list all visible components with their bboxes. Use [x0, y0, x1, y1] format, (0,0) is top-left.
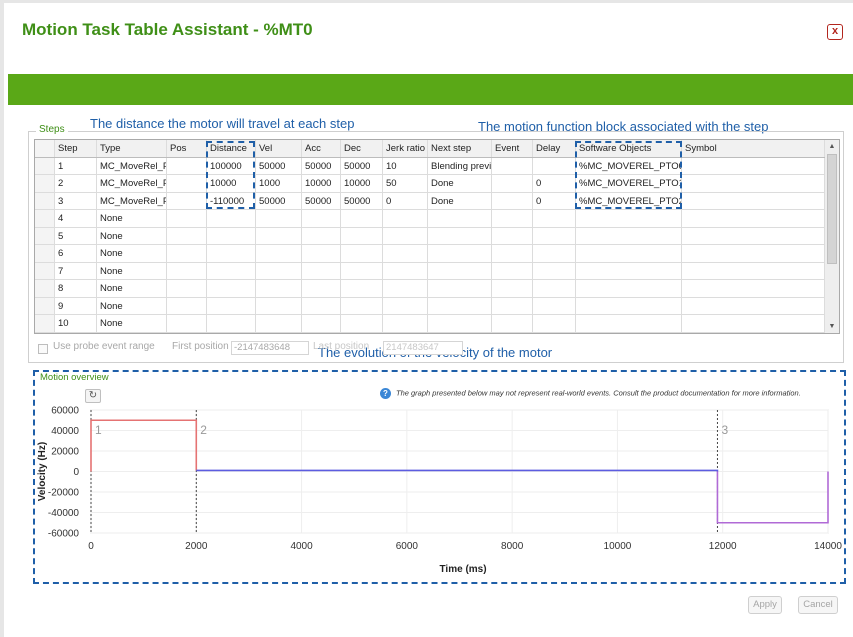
apply-button[interactable]: Apply [748, 596, 782, 614]
y-tick-label: -40000 [48, 508, 80, 519]
x-tick-label: 4000 [290, 541, 313, 552]
y-axis-label: Velocity (Hz) [37, 442, 48, 501]
y-tick-label: 60000 [51, 406, 79, 417]
x-tick-label: 12000 [709, 541, 737, 552]
y-tick-label: -60000 [48, 529, 80, 540]
x-tick-label: 6000 [396, 541, 419, 552]
x-tick-label: 2000 [185, 541, 208, 552]
velocity-chart: 0 2000 4000 6000 8000 10000 12000 14000 60000 400… [37, 406, 842, 576]
x-tick-label: 14000 [814, 541, 842, 552]
step-marker-label: 2 [200, 423, 207, 437]
x-axis-label: Time (ms) [440, 564, 487, 575]
x-tick-label: 8000 [501, 541, 524, 552]
y-tick-label: -20000 [48, 488, 80, 499]
y-tick-label: 40000 [51, 426, 79, 437]
x-tick-label: 10000 [604, 541, 632, 552]
y-tick-label: 0 [73, 467, 79, 478]
x-tick-label: 0 [88, 541, 94, 552]
y-tick-label: 20000 [51, 447, 79, 458]
step-marker-label: 3 [721, 423, 728, 437]
step-marker-label: 1 [95, 423, 102, 437]
cancel-button[interactable]: Cancel [798, 596, 838, 614]
